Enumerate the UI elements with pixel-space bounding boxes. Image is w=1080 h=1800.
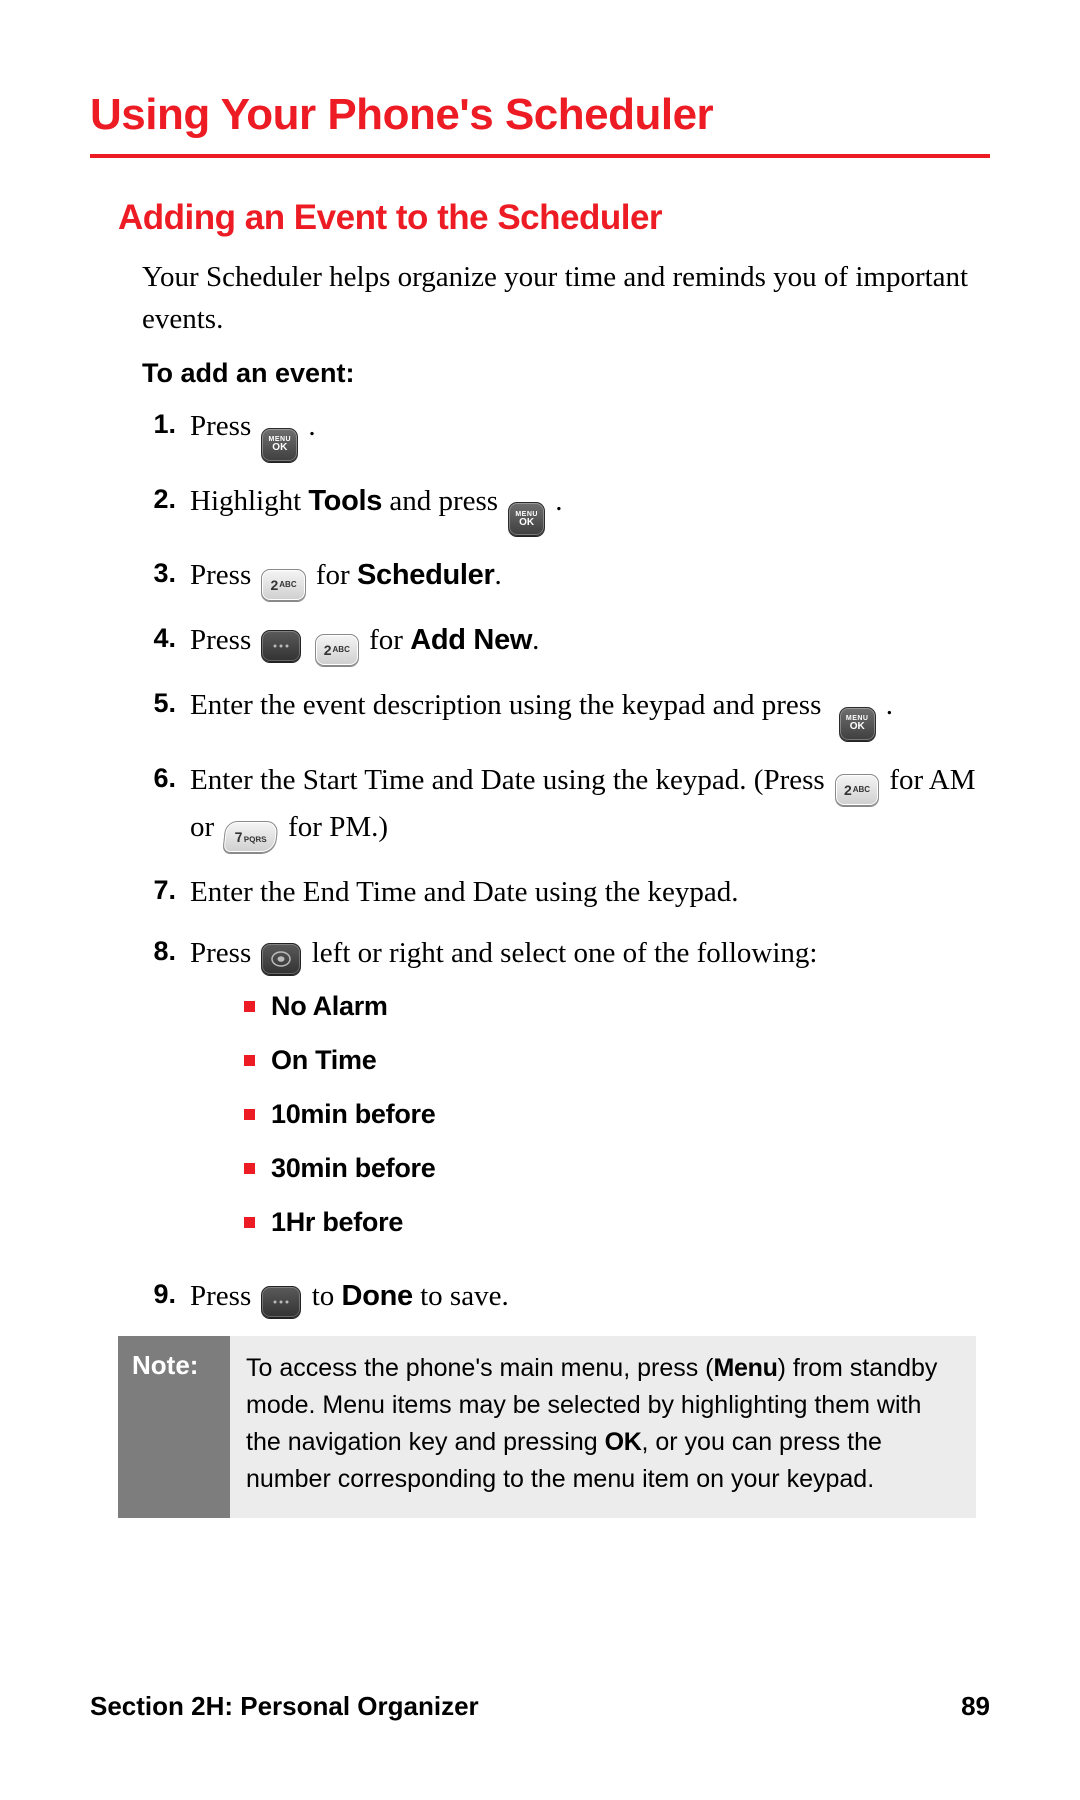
step-number: 8. bbox=[142, 932, 190, 1257]
step-number: 5. bbox=[142, 684, 190, 741]
step-5: 5. Enter the event description using the… bbox=[142, 684, 976, 741]
two-abc-key-icon: 2ABC bbox=[835, 774, 879, 806]
step-1: 1. Press MENUOK . bbox=[142, 405, 976, 462]
section-heading: Adding an Event to the Scheduler bbox=[118, 198, 976, 238]
right-softkey-icon bbox=[261, 630, 301, 662]
step-number: 4. bbox=[142, 619, 190, 666]
alarm-option-list: No Alarm On Time 10min before 30min befo… bbox=[244, 987, 976, 1243]
step-6: 6. Enter the Start Time and Date using t… bbox=[142, 759, 976, 854]
menu-ok-key-icon: MENUOK bbox=[508, 502, 545, 536]
footer-page-number: 89 bbox=[961, 1691, 990, 1722]
step-number: 9. bbox=[142, 1275, 190, 1318]
footer-section: Section 2H: Personal Organizer bbox=[90, 1691, 479, 1722]
list-item: On Time bbox=[244, 1041, 976, 1081]
menu-ok-key-icon: MENUOK bbox=[261, 428, 298, 462]
two-abc-key-icon: 2ABC bbox=[315, 634, 359, 666]
list-item: No Alarm bbox=[244, 987, 976, 1027]
page-title: Using Your Phone's Scheduler bbox=[90, 90, 990, 140]
step-8: 8. Press left or right and select one of… bbox=[142, 932, 976, 1257]
page-footer: Section 2H: Personal Organizer 89 bbox=[90, 1691, 990, 1722]
step-number: 1. bbox=[142, 405, 190, 462]
content: Adding an Event to the Scheduler Your Sc… bbox=[90, 198, 990, 1518]
step-number: 3. bbox=[142, 554, 190, 601]
step-number: 7. bbox=[142, 871, 190, 914]
procedure-lead: To add an event: bbox=[142, 358, 976, 389]
note-text: To access the phone's main menu, press (… bbox=[230, 1336, 976, 1518]
list-item: 1Hr before bbox=[244, 1203, 976, 1243]
menu-ok-key-icon: MENUOK bbox=[839, 707, 876, 741]
seven-pqrs-key-icon: 7PQRS bbox=[223, 821, 280, 853]
navigation-key-icon bbox=[261, 943, 301, 975]
list-item: 10min before bbox=[244, 1095, 976, 1135]
note-label: Note: bbox=[118, 1336, 230, 1518]
step-3: 3. Press 2ABC for Scheduler. bbox=[142, 554, 976, 601]
step-2: 2. Highlight Tools and press MENUOK . bbox=[142, 480, 976, 537]
step-number: 6. bbox=[142, 759, 190, 854]
step-number: 2. bbox=[142, 480, 190, 537]
title-rule bbox=[90, 154, 990, 158]
step-list: 1. Press MENUOK . 2. Highlight Tools and… bbox=[142, 405, 976, 1318]
manual-page: Using Your Phone's Scheduler Adding an E… bbox=[0, 0, 1080, 1800]
step-7: 7. Enter the End Time and Date using the… bbox=[142, 871, 976, 914]
step-4: 4. Press 2ABC for Add New. bbox=[142, 619, 976, 666]
two-abc-key-icon: 2ABC bbox=[261, 569, 305, 601]
left-softkey-icon bbox=[261, 1286, 301, 1318]
intro-paragraph: Your Scheduler helps organize your time … bbox=[142, 256, 976, 340]
step-9: 9. Press to Done to save. bbox=[142, 1275, 976, 1318]
note-box: Note: To access the phone's main menu, p… bbox=[118, 1336, 976, 1518]
list-item: 30min before bbox=[244, 1149, 976, 1189]
